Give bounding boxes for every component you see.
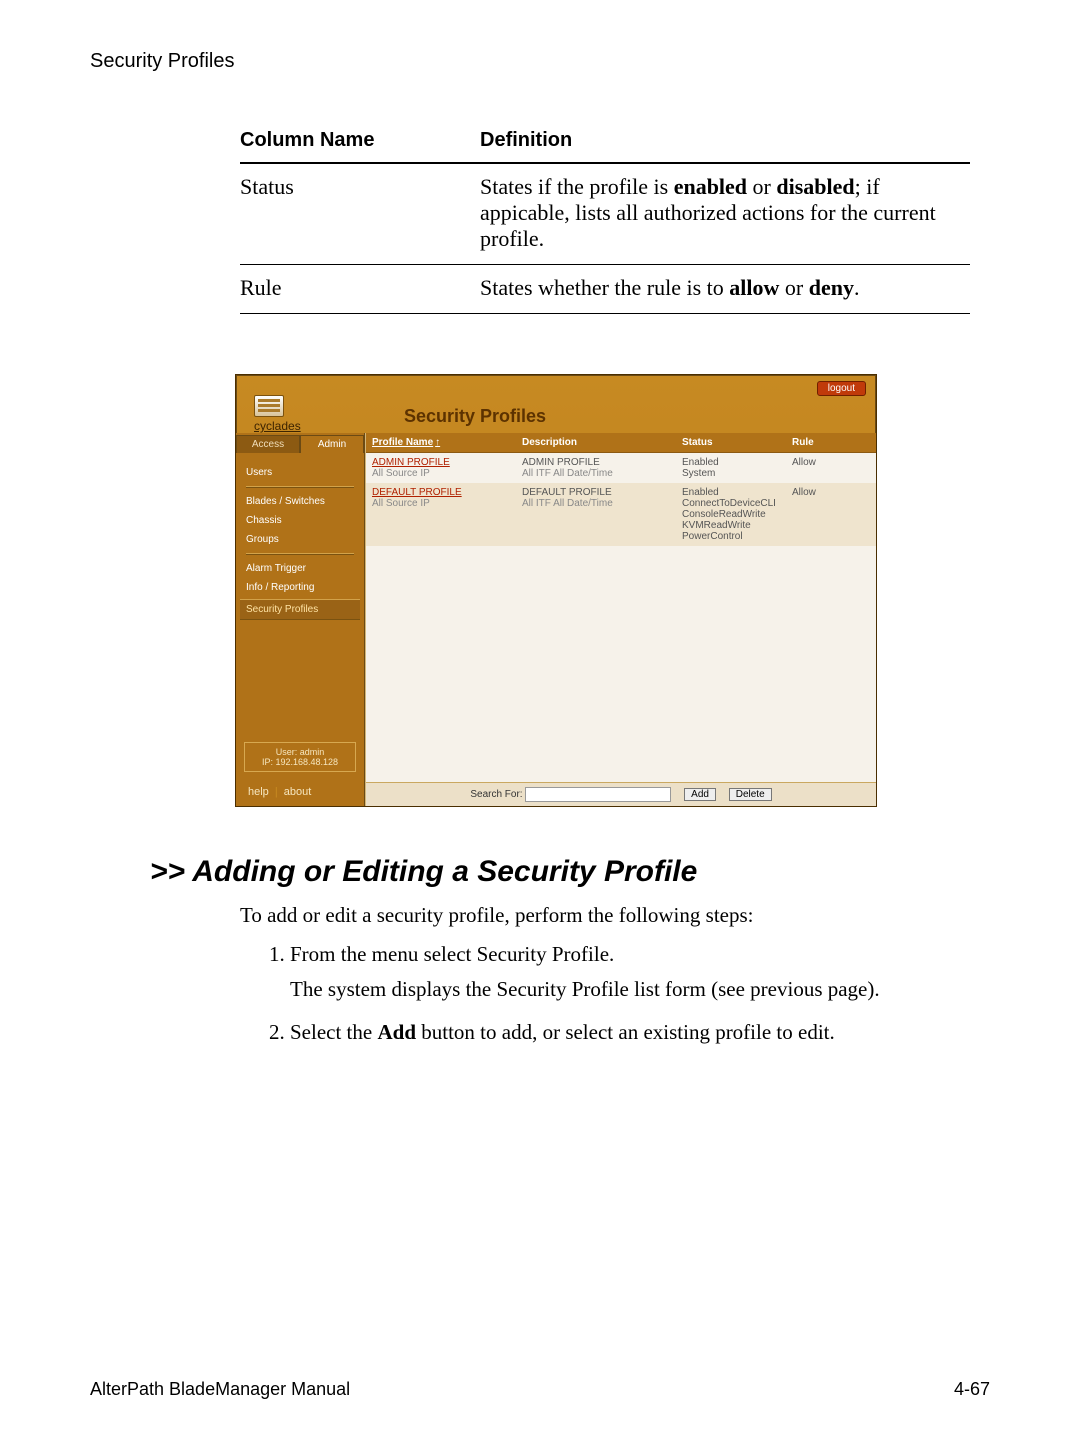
help-link[interactable]: help [248, 786, 269, 798]
profile-sub: All Source IP [372, 468, 430, 479]
sidebar-item-info[interactable]: Info / Reporting [246, 578, 354, 597]
col-profile-name[interactable]: Profile Name↑ [366, 433, 516, 452]
desc-line: All ITF All Date/Time [522, 468, 670, 479]
cell-def: States if the profile is enabled or disa… [480, 163, 970, 265]
cell-def: States whether the rule is to allow or d… [480, 265, 970, 314]
step-item: From the menu select Security Profile. T… [290, 942, 990, 1002]
sidebar-item-groups[interactable]: Groups [246, 530, 354, 549]
app-title: Security Profiles [404, 406, 546, 433]
page-header: Security Profiles [90, 50, 990, 73]
col-header-def: Definition [480, 123, 970, 163]
footer-left: AlterPath BladeManager Manual [90, 1379, 350, 1400]
app-logo: cyclades [236, 390, 364, 433]
col-rule[interactable]: Rule [786, 433, 876, 452]
delete-button[interactable]: Delete [729, 788, 772, 801]
footer-right: 4-67 [954, 1379, 990, 1400]
logout-button[interactable]: logout [817, 381, 866, 396]
status-cell: Enabled ConnectToDeviceCLI ConsoleReadWr… [676, 483, 786, 546]
profile-row[interactable]: DEFAULT PROFILE All Source IP DEFAULT PR… [366, 483, 876, 546]
search-input[interactable] [525, 787, 671, 802]
intro-text: To add or edit a security profile, perfo… [240, 903, 960, 928]
security-profiles-app: cyclades Security Profiles logout Access… [235, 374, 877, 807]
profile-row[interactable]: ADMIN PROFILE All Source IP ADMIN PROFIL… [366, 453, 876, 483]
table-row: Rule States whether the rule is to allow… [240, 265, 970, 314]
section-heading: >> Adding or Editing a Security Profile [150, 855, 990, 889]
table-row: Status States if the profile is enabled … [240, 163, 970, 265]
sidebar: Access Admin Users Blades / Switches Cha… [236, 433, 365, 806]
user-label: User: admin [251, 747, 349, 757]
rule-cell: Allow [786, 483, 876, 546]
desc-line: All ITF All Date/Time [522, 498, 670, 509]
rule-cell: Allow [786, 453, 876, 483]
tab-admin[interactable]: Admin [300, 435, 364, 453]
status-cell: Enabled System [676, 453, 786, 483]
profile-link[interactable]: ADMIN PROFILE [372, 457, 510, 468]
profile-link[interactable]: DEFAULT PROFILE [372, 487, 510, 498]
desc-line: DEFAULT PROFILE [522, 487, 670, 498]
col-description[interactable]: Description [516, 433, 676, 452]
col-header-name: Column Name [240, 123, 480, 163]
cell-name: Status [240, 163, 480, 265]
sidebar-item-alarm[interactable]: Alarm Trigger [246, 559, 354, 578]
add-button[interactable]: Add [684, 788, 716, 801]
desc-line: ADMIN PROFILE [522, 457, 670, 468]
profile-sub: All Source IP [372, 498, 430, 509]
sidebar-item-security-profiles[interactable]: Security Profiles [240, 599, 360, 620]
user-info-box: User: admin IP: 192.168.48.128 [244, 742, 356, 772]
cyclades-icon [254, 395, 284, 417]
step-item: Select the Add button to add, or select … [290, 1020, 990, 1045]
sidebar-item-blades[interactable]: Blades / Switches [246, 492, 354, 511]
tab-access[interactable]: Access [236, 435, 300, 453]
sort-asc-icon: ↑ [435, 437, 440, 448]
ip-label: IP: 192.168.48.128 [251, 757, 349, 767]
content-footer: Search For: Add Delete [366, 782, 876, 806]
about-link[interactable]: about [284, 786, 312, 798]
cell-name: Rule [240, 265, 480, 314]
logo-text: cyclades [254, 419, 301, 433]
definition-table: Column Name Definition Status States if … [240, 123, 970, 314]
sidebar-item-chassis[interactable]: Chassis [246, 511, 354, 530]
search-label: Search For: [470, 789, 522, 800]
content-area: Profile Name↑ Description Status Rule AD… [365, 433, 876, 806]
col-status[interactable]: Status [676, 433, 786, 452]
sidebar-item-users[interactable]: Users [246, 463, 354, 482]
steps-list: From the menu select Security Profile. T… [260, 942, 990, 1045]
